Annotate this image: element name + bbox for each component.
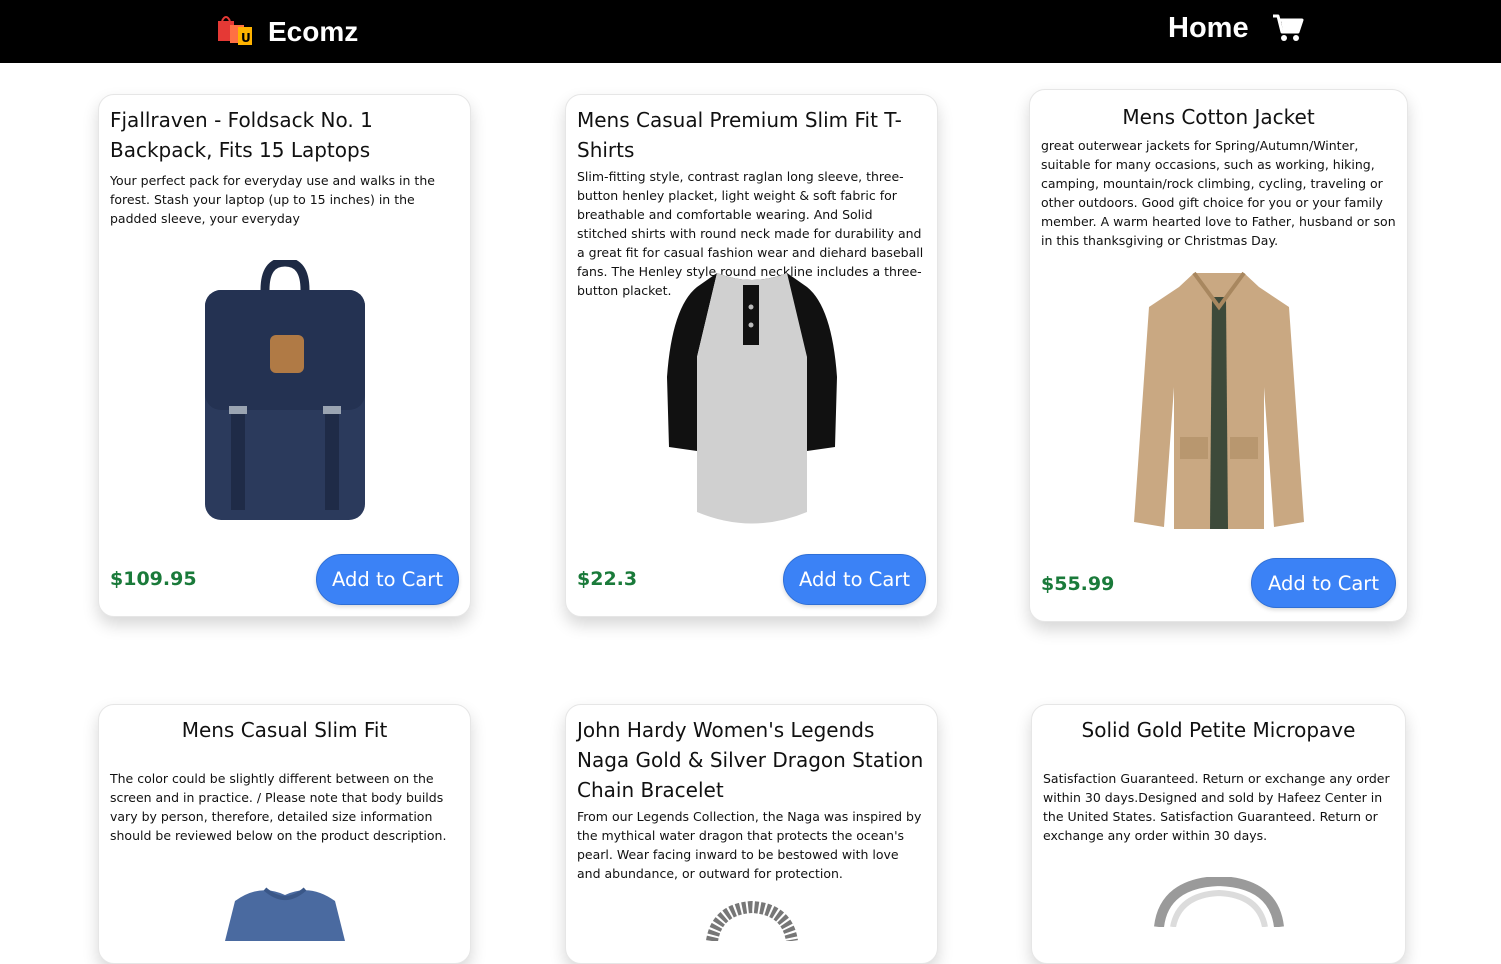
brand-name: Ecomz	[268, 16, 359, 47]
product-title: Solid Gold Petite Micropave	[1081, 718, 1356, 742]
product-price: $109.95	[110, 568, 197, 590]
nav-home-link[interactable]: Home	[1168, 12, 1249, 45]
bracelet-image	[566, 901, 937, 941]
jacket-image	[1030, 267, 1407, 532]
add-to-cart-button[interactable]: Add to Cart	[316, 554, 459, 605]
product-title: John Hardy Women's Legends Naga Gold & S…	[577, 718, 924, 802]
cart-icon[interactable]	[1272, 14, 1304, 46]
ring-image	[1032, 877, 1405, 927]
tshirt-image	[99, 881, 470, 941]
product-title: Mens Casual Slim Fit	[181, 718, 388, 742]
backpack-image	[99, 260, 470, 520]
product-card: Mens Casual Premium Slim Fit T-Shirts Sl…	[565, 94, 938, 617]
shopping-bags-logo-icon: U	[216, 13, 256, 51]
brand[interactable]: U Ecomz	[216, 12, 358, 52]
product-title: Mens Casual Premium Slim Fit T-Shirts	[577, 108, 902, 162]
product-card: John Hardy Women's Legends Naga Gold & S…	[565, 704, 938, 964]
product-description: Satisfaction Guaranteed. Return or excha…	[1043, 771, 1390, 843]
top-navbar: U Ecomz Home	[0, 0, 1501, 63]
henley-tshirt-image	[566, 267, 937, 527]
product-card: Mens Cotton Jacket great outerwear jacke…	[1029, 89, 1408, 622]
add-to-cart-button[interactable]: Add to Cart	[783, 554, 926, 605]
product-description: great outerwear jackets for Spring/Autum…	[1041, 138, 1396, 248]
product-title: Mens Cotton Jacket	[1122, 105, 1315, 129]
product-price: $22.3	[577, 568, 638, 590]
product-card: Solid Gold Petite Micropave Satisfaction…	[1031, 704, 1406, 964]
product-card: Fjallraven - Foldsack No. 1 Backpack, Fi…	[98, 94, 471, 617]
product-description: From our Legends Collection, the Naga wa…	[577, 809, 922, 881]
svg-text:U: U	[241, 31, 251, 45]
product-price: $55.99	[1041, 573, 1115, 595]
product-description: The color could be slightly different be…	[110, 771, 447, 843]
product-description: Your perfect pack for everyday use and w…	[110, 173, 435, 226]
add-to-cart-button[interactable]: Add to Cart	[1251, 558, 1396, 608]
product-title: Fjallraven - Foldsack No. 1 Backpack, Fi…	[110, 108, 373, 162]
product-card: Mens Casual Slim Fit The color could be …	[98, 704, 471, 964]
